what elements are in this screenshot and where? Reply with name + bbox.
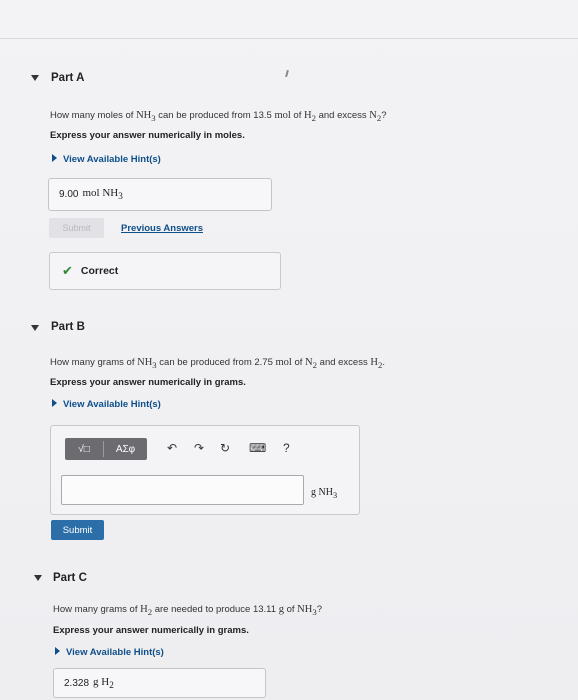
- reset-icon[interactable]: ↻: [220, 441, 230, 455]
- math-toolbar-group: √□ AΣφ: [65, 438, 147, 460]
- hint-expand-icon: [52, 399, 57, 407]
- page-background: Part A How many moles of NH3 can be prod…: [0, 0, 578, 700]
- help-icon[interactable]: ?: [283, 441, 290, 455]
- part-c-instruction: Express your answer numerically in grams…: [53, 625, 249, 636]
- previous-answers-link[interactable]: Previous Answers: [121, 223, 203, 234]
- part-a-feedback: ✔ Correct: [49, 252, 281, 290]
- part-b-title: Part B: [51, 321, 85, 333]
- template-icon: √□: [78, 443, 90, 455]
- part-a-answer-box: 9.00 mol NH3: [48, 178, 272, 211]
- hint-expand-icon: [55, 647, 60, 655]
- part-a-instruction: Express your answer numerically in moles…: [50, 130, 245, 141]
- redo-icon[interactable]: ↷: [194, 441, 204, 455]
- keyboard-icon[interactable]: ⌨: [249, 441, 266, 455]
- greek-icon: AΣφ: [115, 443, 136, 455]
- correct-label: Correct: [80, 265, 119, 277]
- greek-symbols-button[interactable]: AΣφ: [104, 438, 147, 460]
- checkmark-icon: ✔: [62, 263, 73, 278]
- part-c-title: Part C: [53, 572, 87, 584]
- part-c-hint-link[interactable]: View Available Hint(s): [55, 647, 164, 658]
- part-a-hint-link[interactable]: View Available Hint(s): [52, 154, 161, 165]
- part-c-question: How many grams of H2 are needed to produ…: [53, 604, 322, 618]
- collapse-caret-part-c-icon[interactable]: [34, 575, 42, 581]
- template-button[interactable]: √□: [65, 438, 103, 460]
- top-divider: [0, 38, 578, 39]
- part-b-question: How many grams of NH3 can be produced fr…: [50, 357, 385, 371]
- part-b-unit-label: g NH3: [311, 487, 338, 500]
- part-a-submit-button[interactable]: Submit: [49, 218, 104, 238]
- hint-expand-icon: [52, 154, 57, 162]
- part-b-answer-input[interactable]: [61, 475, 304, 505]
- part-c-answer-box: 2.328 g H2: [53, 668, 266, 698]
- undo-icon[interactable]: ↶: [167, 441, 177, 455]
- part-b-hint-link[interactable]: View Available Hint(s): [52, 399, 161, 410]
- part-a-title: Part A: [51, 72, 85, 84]
- part-b-submit-button[interactable]: Submit: [51, 520, 104, 540]
- part-b-instruction: Express your answer numerically in grams…: [50, 377, 246, 388]
- cursor-mark: [285, 69, 289, 78]
- collapse-caret-part-b-icon[interactable]: [31, 325, 39, 331]
- collapse-caret-part-a-icon[interactable]: [31, 75, 39, 81]
- part-a-question: How many moles of NH3 can be produced fr…: [50, 110, 387, 124]
